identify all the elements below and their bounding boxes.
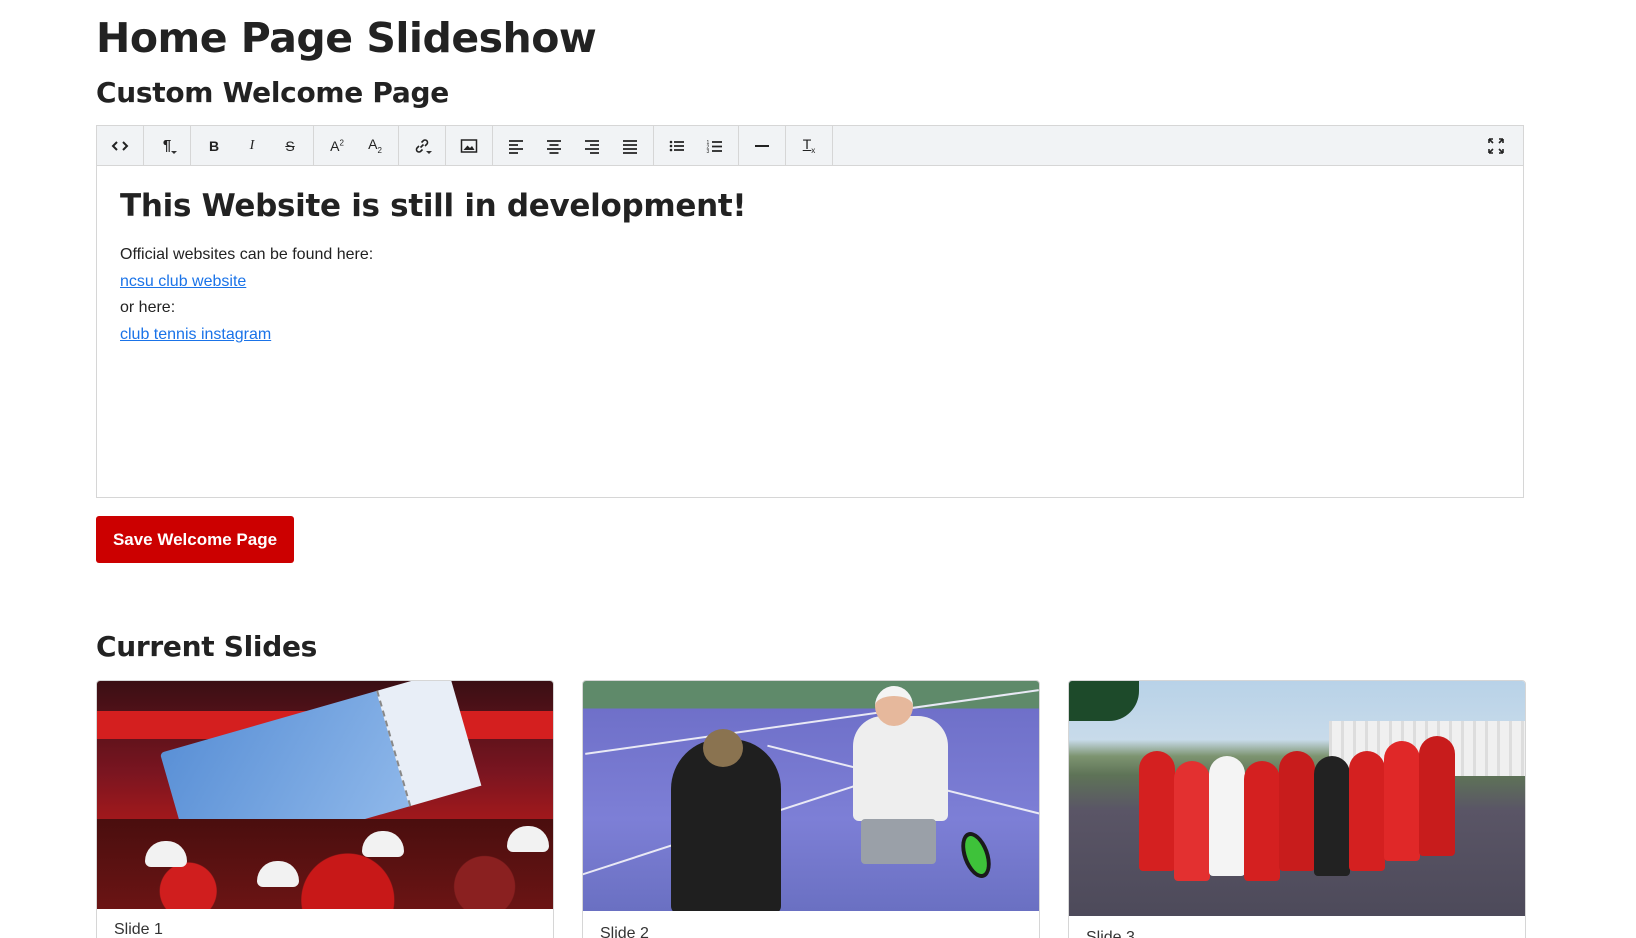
slides-section-title: Current Slides [96,630,318,663]
club-tennis-instagram-link[interactable]: club tennis instagram [120,322,1500,349]
slide-3-image [1069,681,1525,916]
bold-button[interactable]: B [195,126,233,165]
link-icon [415,138,429,153]
numbered-list-button[interactable]: 123 [696,126,734,165]
align-center-button[interactable] [535,126,573,165]
editor-line-2: or here: [120,299,176,316]
horizontal-rule-icon [755,144,769,147]
align-right-button[interactable] [573,126,611,165]
save-welcome-page-button[interactable]: Save Welcome Page [96,516,294,563]
strikethrough-icon: S [285,137,295,154]
slide-caption: Slide 3 [1086,929,1135,938]
align-left-icon [509,139,523,154]
subscript-button[interactable]: A2 [356,126,394,165]
svg-text:3: 3 [707,149,710,155]
slide-card-2[interactable]: Slide 2 [582,680,1040,938]
bold-icon: B [208,137,220,154]
fullscreen-button[interactable] [1477,126,1515,165]
horizontal-rule-button[interactable] [743,126,781,165]
subscript-icon: A2 [368,136,382,155]
paragraph-icon: ¶ [162,137,172,154]
code-icon [111,140,129,151]
slide-2-image [583,681,1039,911]
editor-toolbar: ¶ B I S A2 A2 1 2 3 Tx [97,126,1523,166]
italic-icon: I [249,137,255,153]
bullet-list-button[interactable] [658,126,696,165]
slide-card-3[interactable]: Slide 3 [1068,680,1526,938]
numbered-list-icon: 123 [707,140,722,155]
slide-caption: Slide 2 [600,925,649,938]
bullet-list-icon [669,140,684,151]
code-view-button[interactable] [101,126,139,165]
insert-link-button[interactable] [403,126,441,165]
rich-text-editor: ¶ B I S A2 A2 1 2 3 Tx This Website is s… [96,125,1524,498]
welcome-section-title: Custom Welcome Page [96,76,449,109]
align-center-icon [547,139,561,154]
slide-card-1[interactable]: Slide 1 [96,680,554,938]
fullscreen-icon [1488,137,1504,154]
slide-caption: Slide 1 [114,921,163,938]
strikethrough-button[interactable]: S [271,126,309,165]
clear-format-icon: Tx [802,136,816,155]
clear-formatting-button[interactable]: Tx [790,126,828,165]
editor-content[interactable]: This Website is still in development! Of… [97,166,1523,370]
superscript-button[interactable]: A2 [318,126,356,165]
superscript-icon: A2 [330,137,344,154]
paragraph-format-button[interactable]: ¶ [148,126,186,165]
italic-button[interactable]: I [233,126,271,165]
align-right-icon [585,139,599,154]
editor-heading: This Website is still in development! [120,188,747,224]
slide-1-image [97,681,553,909]
page-title: Home Page Slideshow [96,14,597,62]
ncsu-club-website-link[interactable]: ncsu club website [120,269,1500,296]
image-icon [460,138,478,153]
insert-image-button[interactable] [450,126,488,165]
slides-grid: Slide 1 Slide 2 Slide 3 [96,680,1526,938]
align-left-button[interactable] [497,126,535,165]
editor-line-1: Official websites can be found here: [120,246,374,263]
align-justify-button[interactable] [611,126,649,165]
align-justify-icon [623,139,637,154]
